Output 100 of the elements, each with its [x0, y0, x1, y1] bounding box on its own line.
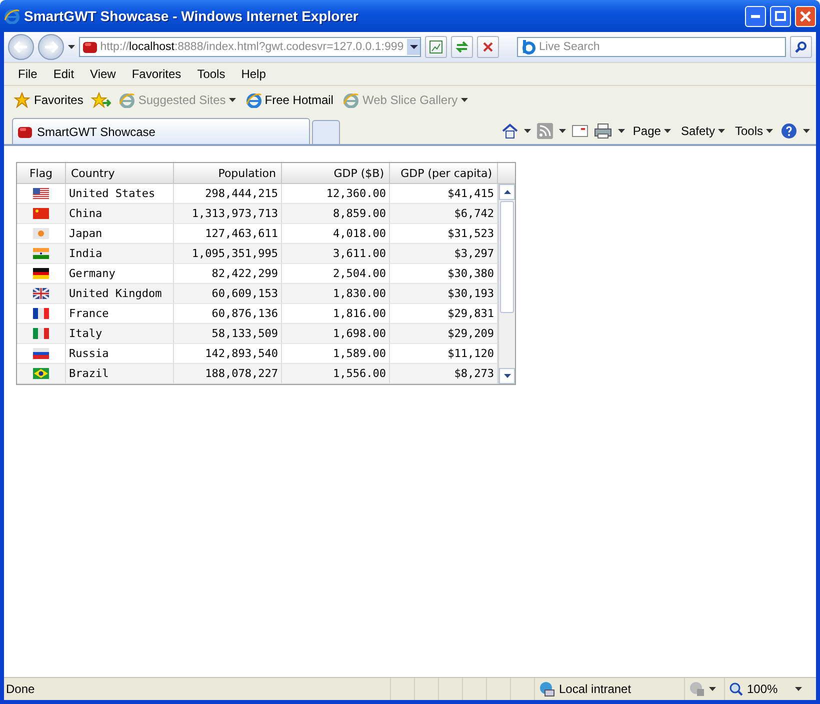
flag-icon: [33, 188, 49, 199]
column-header[interactable]: GDP ($B): [282, 163, 390, 184]
forward-button[interactable]: [38, 34, 64, 60]
table-cell: Brazil: [66, 364, 174, 384]
column-header[interactable]: Country: [66, 163, 174, 184]
flag-icon: [33, 248, 49, 259]
caret-icon: [795, 687, 802, 691]
flag-icon: [33, 208, 49, 219]
caret-icon: [618, 129, 625, 133]
table-cell: 60,609,153: [174, 284, 282, 304]
table-cell: 60,876,136: [174, 304, 282, 324]
table-cell: India: [66, 244, 174, 264]
table-cell: 1,816.00: [282, 304, 390, 324]
table-cell: 58,133,509: [174, 324, 282, 344]
table-cell: 82,422,299: [174, 264, 282, 284]
favorites-button[interactable]: Favorites: [12, 92, 86, 108]
table-cell: $11,120: [390, 344, 498, 364]
caret-icon: [664, 129, 671, 133]
b-logo-icon: [520, 39, 536, 55]
caret-icon: [766, 129, 773, 133]
caret-icon: [524, 129, 531, 133]
table-cell: 8,859.00: [282, 204, 390, 224]
header-corner: [498, 163, 515, 184]
table-cell: $8,273: [390, 364, 498, 384]
search-button[interactable]: [790, 36, 812, 58]
menu-item[interactable]: Favorites: [124, 67, 190, 81]
refresh-icon: [455, 40, 469, 54]
right-arrow-icon: [44, 41, 58, 53]
dropdown-icon[interactable]: [406, 39, 420, 55]
close-button[interactable]: [795, 6, 816, 26]
zoom-level[interactable]: 100%: [747, 682, 778, 696]
table-cell: 1,589.00: [282, 344, 390, 364]
browser-tab[interactable]: SmartGWT Showcase: [12, 118, 310, 144]
table-cell: $41,415: [390, 184, 498, 204]
add-favorite-icon[interactable]: [91, 92, 112, 108]
close-icon: [800, 10, 811, 22]
minimize-button[interactable]: [745, 6, 766, 26]
command-menu[interactable]: Safety: [678, 124, 727, 138]
flag-icon: [33, 308, 49, 319]
maximize-button[interactable]: [770, 6, 791, 26]
column-header[interactable]: Population: [174, 163, 282, 184]
menu-item[interactable]: Help: [233, 67, 274, 81]
table-cell: $30,193: [390, 284, 498, 304]
table-cell: 1,830.00: [282, 284, 390, 304]
mail-icon[interactable]: [572, 125, 588, 137]
column-header[interactable]: GDP (per capita): [390, 163, 498, 184]
menu-item[interactable]: File: [10, 67, 46, 81]
search-icon: [795, 41, 807, 53]
compatibility-button[interactable]: [425, 36, 447, 58]
flag-icon: [33, 368, 49, 379]
table-cell: 1,095,351,995: [174, 244, 282, 264]
star-icon: [14, 92, 30, 108]
help-icon[interactable]: [781, 123, 797, 139]
app-icon: [82, 40, 98, 54]
zoom-icon[interactable]: [729, 682, 743, 696]
back-button[interactable]: [8, 34, 34, 60]
refresh-button[interactable]: [451, 36, 473, 58]
scrollbar[interactable]: [498, 184, 515, 384]
e-logo-icon: [4, 8, 20, 24]
table-cell: 1,698.00: [282, 324, 390, 344]
printer-icon[interactable]: [594, 123, 612, 139]
command-menu[interactable]: Page: [630, 124, 673, 138]
scroll-up-button[interactable]: [499, 184, 515, 200]
table-cell: $29,209: [390, 324, 498, 344]
command-menu[interactable]: Tools: [732, 124, 775, 138]
up-triangle-icon: [504, 190, 510, 194]
table-cell: Russia: [66, 344, 174, 364]
feed-icon[interactable]: [536, 123, 553, 139]
menu-item[interactable]: Edit: [45, 67, 82, 81]
down-triangle-icon: [504, 374, 510, 378]
caret-icon: [709, 687, 716, 691]
table-cell: 298,444,215: [174, 184, 282, 204]
window-title: SmartGWT Showcase - Windows Internet Explorer: [24, 8, 360, 24]
table-cell: 1,313,973,713: [174, 204, 282, 224]
flag-icon: [33, 268, 49, 279]
favorites-link[interactable]: Free Hotmail: [244, 92, 336, 108]
table-cell: $3,297: [390, 244, 498, 264]
table-cell: 12,360.00: [282, 184, 390, 204]
menu-item[interactable]: View: [82, 67, 124, 81]
column-header[interactable]: Flag: [17, 163, 66, 184]
table-cell: France: [66, 304, 174, 324]
scroll-thumb[interactable]: [500, 201, 514, 313]
table-cell: Italy: [66, 324, 174, 344]
address-field[interactable]: http://localhost:8888/index.html?gwt.codesvr=127.0.0.1:999: [79, 37, 421, 57]
table-cell: 1,556.00: [282, 364, 390, 384]
left-arrow-icon: [14, 41, 28, 53]
flag-icon: [33, 228, 49, 239]
minimize-icon: [751, 14, 760, 18]
scroll-down-button[interactable]: [499, 368, 515, 384]
flag-icon: [33, 328, 49, 339]
caret-icon: [718, 129, 725, 133]
table-cell: China: [66, 204, 174, 224]
menu-item[interactable]: Tools: [189, 67, 234, 81]
maximize-icon: [775, 11, 786, 21]
table-cell: United States: [66, 184, 174, 204]
app-icon: [17, 124, 33, 138]
stop-button[interactable]: [477, 36, 499, 58]
search-field[interactable]: Live Search: [517, 37, 786, 57]
home-icon[interactable]: [502, 123, 518, 139]
flag-icon: [33, 288, 49, 299]
